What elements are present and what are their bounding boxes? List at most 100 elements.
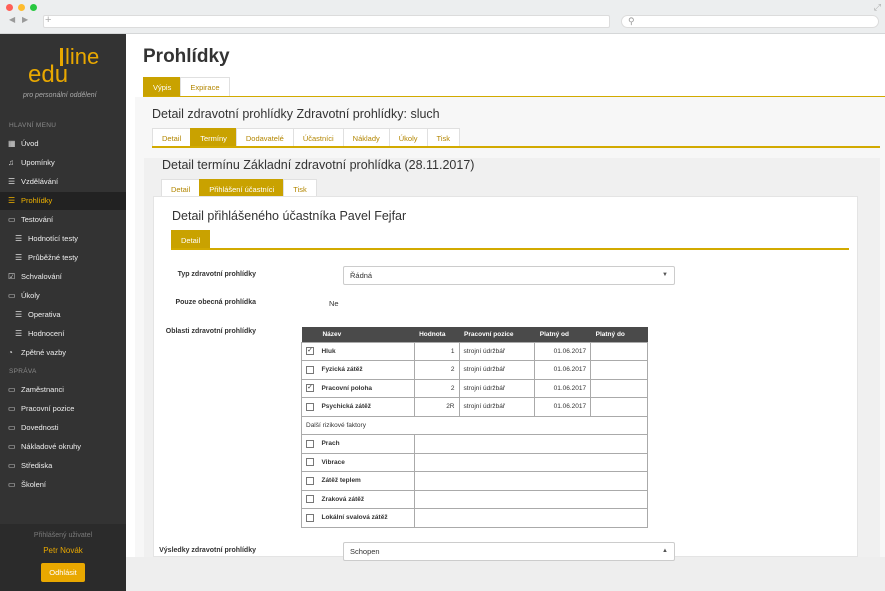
tab-naklady[interactable]: Náklady <box>342 128 390 147</box>
sidebar-item[interactable]: ☰ Průběžné testy <box>0 249 126 267</box>
row-value: 2R <box>413 397 460 417</box>
tabs-level2-underline <box>152 146 880 148</box>
row-position: strojní údržbář <box>458 360 536 380</box>
general-label: Pouze obecná prohlídka <box>175 299 256 306</box>
forward-arrow-icon[interactable]: ▶ <box>22 15 28 24</box>
row-to <box>590 378 648 398</box>
sidebar-item[interactable]: ☰ Hodnotící testy <box>0 230 126 248</box>
checkbox-checked[interactable]: ✓ <box>306 347 314 356</box>
row-name: Psychická zátěž <box>317 397 415 417</box>
sidebar-item[interactable]: ☰ Operativa <box>0 306 126 324</box>
results-select[interactable]: Schopen ▲ <box>343 542 675 561</box>
row-to <box>590 397 648 417</box>
row-position: strojní údržbář <box>458 397 536 417</box>
tab-participant-detail[interactable]: Detail <box>171 230 211 249</box>
tab-expirace[interactable]: Expirace <box>180 77 230 96</box>
sidebar-item[interactable]: ☰ Vzdělávání <box>0 173 126 191</box>
tab-dodavatele[interactable]: Dodavatelé <box>235 128 294 147</box>
header-platny-od: Platný od <box>534 327 591 342</box>
browser-chrome: ◀ ▶ + ⚲ ⤢ <box>0 0 885 34</box>
checkbox[interactable] <box>306 495 314 504</box>
row-name: Pracovní poloha <box>317 378 415 398</box>
folder-icon: ▭ <box>8 423 16 432</box>
tab-ukoly[interactable]: Úkoly <box>388 128 428 147</box>
row-name: Lokální svalová zátěž <box>317 508 415 528</box>
header-hodnota: Hodnota <box>414 327 459 342</box>
close-window-dot[interactable] <box>6 4 13 11</box>
sidebar-admin-item[interactable]: ▭ Pracovní pozice <box>0 400 126 418</box>
checkbox[interactable] <box>306 439 314 448</box>
checkbox-cell <box>301 508 318 528</box>
checkbox-cell <box>301 434 318 454</box>
row-name: Vibrace <box>317 452 415 472</box>
row-position: strojní údržbář <box>458 378 536 398</box>
chevron-down-icon: ▼ <box>662 272 668 278</box>
row-to <box>590 341 648 361</box>
list-icon: ☰ <box>8 177 16 186</box>
checkbox-checked[interactable]: ✓ <box>306 384 314 393</box>
tab-vypis[interactable]: Výpis <box>143 77 182 96</box>
sidebar-item-label: Střediska <box>21 461 53 470</box>
expand-icon[interactable]: ⤢ <box>874 2 881 13</box>
table-row: Vibrace <box>301 452 649 472</box>
header-checkbox-col <box>301 327 318 342</box>
checkbox-cell: ✓ <box>301 378 318 398</box>
participant-title: Detail přihlášeného účastníka Pavel Fejf… <box>172 209 407 223</box>
logout-button[interactable]: Odhlásit <box>41 563 85 582</box>
row-from: 01.06.2017 <box>534 378 592 398</box>
checkbox[interactable] <box>306 513 314 522</box>
row-empty <box>413 452 649 472</box>
folder-icon: ▭ <box>8 480 16 489</box>
minimize-window-dot[interactable] <box>18 4 25 11</box>
logo-edu: edu <box>28 61 69 88</box>
type-label: Typ zdravotní prohlídky <box>177 271 256 278</box>
sidebar-item[interactable]: ◔ Zpětné vazby <box>0 344 126 362</box>
row-from: 01.06.2017 <box>534 397 592 417</box>
checkbox[interactable] <box>306 458 314 467</box>
sidebar-item[interactable]: ▭ Úkoly <box>0 287 126 305</box>
sidebar-item[interactable]: ☰ Prohlídky <box>0 192 126 210</box>
grid-icon: ▦ <box>8 139 16 148</box>
sidebar-item[interactable]: ▦ Úvod <box>0 135 126 153</box>
sidebar-item[interactable]: ☰ Hodnocení <box>0 325 126 343</box>
user-name: Petr Novák <box>43 546 83 555</box>
sidebar-item-label: Testování <box>21 215 54 224</box>
sidebar-admin-item[interactable]: ▭ Zaměstnanci <box>0 381 126 399</box>
tab-terminy[interactable]: Termíny <box>190 128 237 147</box>
sidebar-admin-item[interactable]: ▭ Dovednosti <box>0 419 126 437</box>
chevron-up-icon: ▲ <box>662 548 668 554</box>
list-icon: ☰ <box>15 234 23 243</box>
folder-icon: ▭ <box>8 291 16 300</box>
tab-tisk[interactable]: Tisk <box>426 128 461 147</box>
back-arrow-icon[interactable]: ◀ <box>9 15 15 24</box>
sidebar-item[interactable]: ▭ Testování <box>0 211 126 229</box>
sidebar-admin-item[interactable]: ▭ Nákladové okruhy <box>0 438 126 456</box>
row-value: 2 <box>413 378 460 398</box>
table-row: ✓ Pracovní poloha 2 strojní údržbář 01.06.20… <box>301 378 648 398</box>
tab-detail[interactable]: Detail <box>152 128 192 147</box>
sidebar-item[interactable]: ♫ Upomínky <box>0 154 126 172</box>
tabs-level4: Detail <box>171 230 211 249</box>
checkbox[interactable] <box>306 476 314 485</box>
sidebar-admin-item[interactable]: ▭ Střediska <box>0 457 126 475</box>
checkbox-cell <box>301 452 318 472</box>
row-to <box>590 360 648 380</box>
new-tab-plus-icon[interactable]: + <box>45 14 51 26</box>
type-select[interactable]: Řádná ▼ <box>343 266 675 285</box>
table-row: Fyzická zátěž 2 strojní údržbář 01.06.2017 <box>301 360 648 380</box>
list-icon: ☰ <box>8 196 16 205</box>
sidebar-item[interactable]: ☑ Schvalování <box>0 268 126 286</box>
logo: edu line pro personální oddělení <box>0 34 126 114</box>
sidebar-item-label: Úkoly <box>21 291 40 300</box>
url-bar[interactable] <box>43 15 610 28</box>
browser-search-bar[interactable]: ⚲ <box>621 15 879 28</box>
row-position: strojní údržbář <box>458 341 536 361</box>
tab-ucastnici[interactable]: Účastníci <box>292 128 344 147</box>
maximize-window-dot[interactable] <box>30 4 37 11</box>
sidebar-item-label: Upomínky <box>21 158 55 167</box>
checkbox[interactable] <box>306 365 314 374</box>
results-label: Výsledky zdravotní prohlídky <box>159 547 256 554</box>
detail-title: Detail zdravotní prohlídky Zdravotní pro… <box>152 107 440 121</box>
sidebar-admin-item[interactable]: ▭ Školení <box>0 476 126 494</box>
checkbox[interactable] <box>306 402 314 411</box>
